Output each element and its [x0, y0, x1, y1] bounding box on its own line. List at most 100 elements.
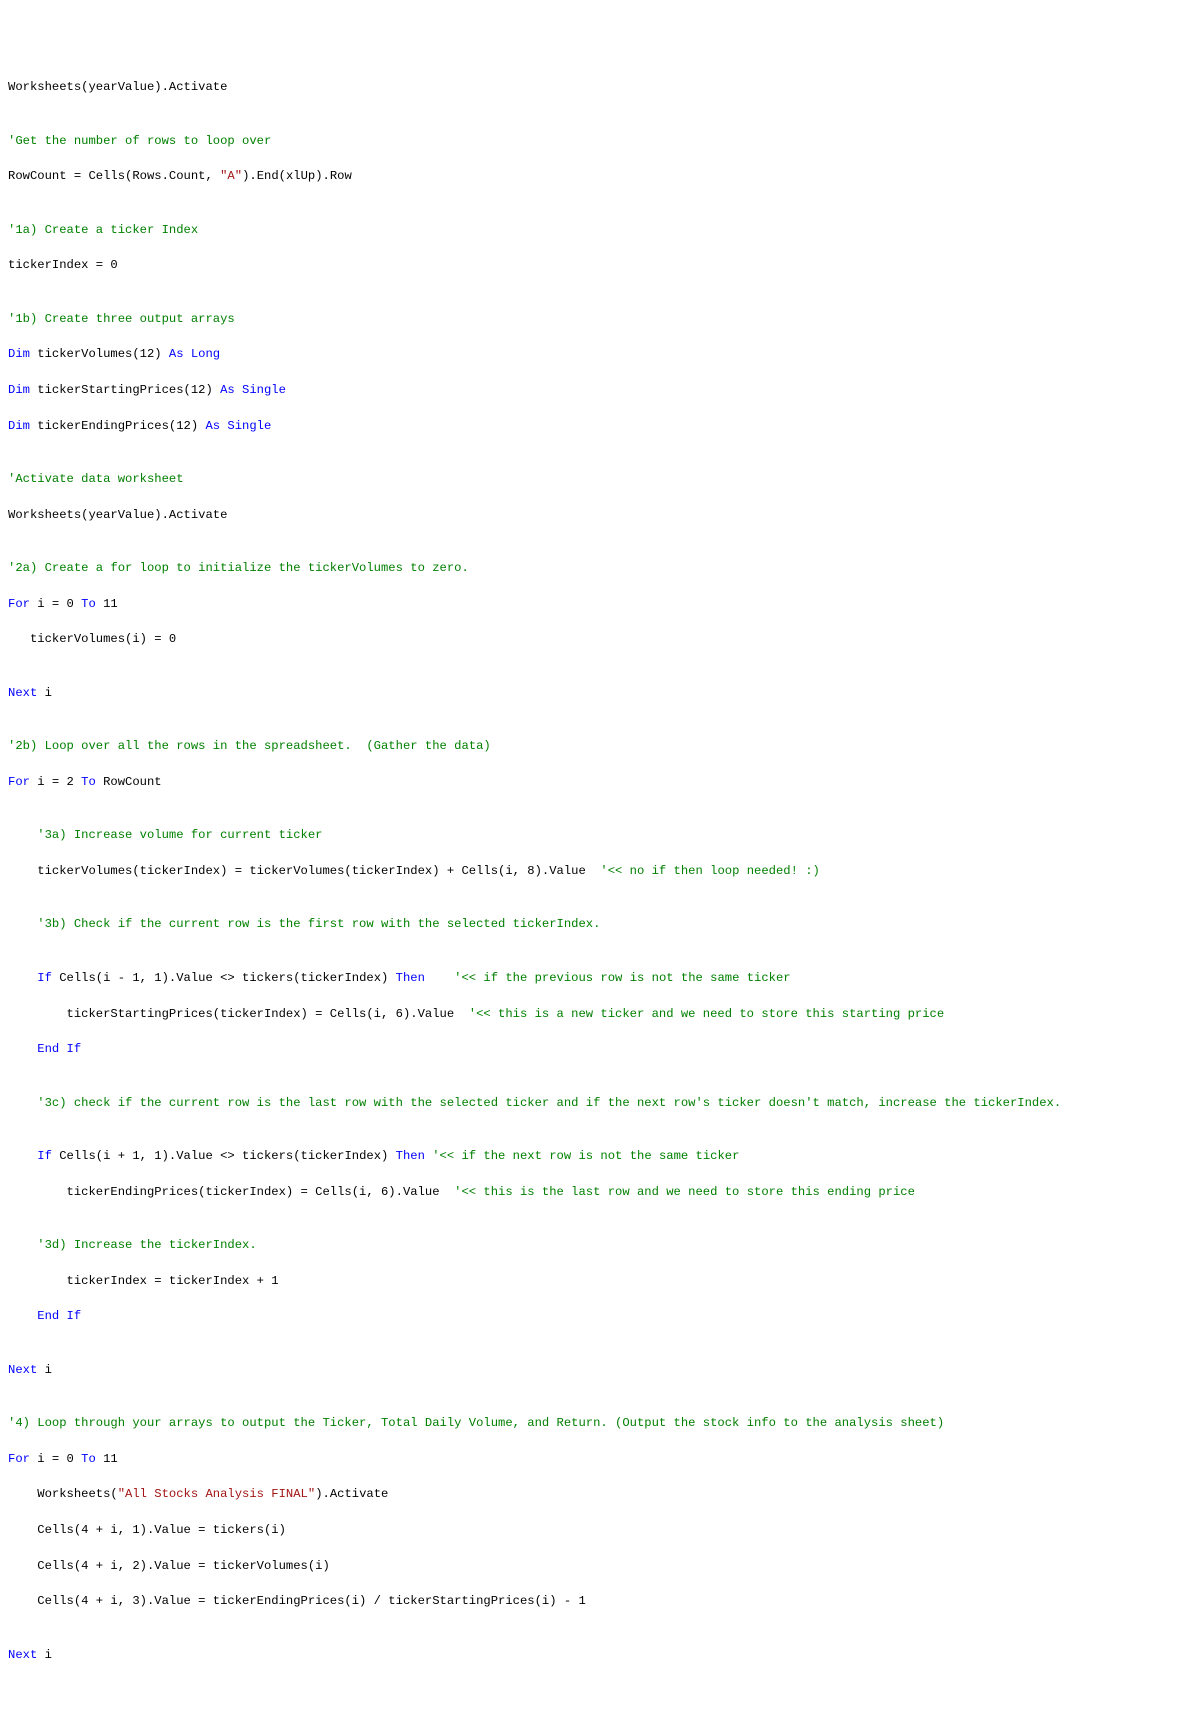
comment: '3d) Increase the tickerIndex. — [8, 1238, 257, 1252]
keyword: For — [8, 1452, 30, 1466]
comment: 'Get the number of rows to loop over — [8, 134, 271, 148]
comment: '<< no if then loop needed! :) — [600, 864, 819, 878]
keyword: As Single — [220, 383, 286, 397]
comment: '2b) Loop over all the rows in the sprea… — [8, 739, 491, 753]
keyword: To — [81, 597, 96, 611]
code-line: tickerVolumes(i) = 0 — [8, 631, 1170, 649]
code-line: '3b) Check if the current row is the fir… — [8, 916, 1170, 934]
comment: '1b) Create three output arrays — [8, 312, 235, 326]
code-line: Dim tickerEndingPrices(12) As Single — [8, 418, 1170, 436]
keyword: To — [81, 1452, 96, 1466]
code-line: tickerIndex = 0 — [8, 257, 1170, 275]
code-line: RowCount = Cells(Rows.Count, "A").End(xl… — [8, 168, 1170, 186]
code-line: For i = 0 To 11 — [8, 596, 1170, 614]
comment: '3b) Check if the current row is the fir… — [8, 917, 600, 931]
comment: '4) Loop through your arrays to output t… — [8, 1416, 944, 1430]
keyword: Next — [8, 686, 37, 700]
code-line: '3a) Increase volume for current ticker — [8, 827, 1170, 845]
code-line: If Cells(i - 1, 1).Value <> tickers(tick… — [8, 970, 1170, 988]
keyword: Then — [396, 971, 425, 985]
code-line: tickerVolumes(tickerIndex) = tickerVolum… — [8, 863, 1170, 881]
code-text: Worksheets( — [8, 1487, 118, 1501]
code-line: Cells(4 + i, 2).Value = tickerVolumes(i) — [8, 1558, 1170, 1576]
code-line: Dim tickerVolumes(12) As Long — [8, 346, 1170, 364]
keyword: If — [8, 971, 52, 985]
comment: '2a) Create a for loop to initialize the… — [8, 561, 469, 575]
code-line: 'Get the number of rows to loop over — [8, 133, 1170, 151]
code-line: If Cells(i + 1, 1).Value <> tickers(tick… — [8, 1148, 1170, 1166]
code-text: i — [37, 686, 52, 700]
code-text: Worksheets(yearValue).Activate — [8, 508, 227, 522]
code-text: Cells(i - 1, 1).Value <> tickers(tickerI… — [52, 971, 396, 985]
code-text: RowCount — [96, 775, 162, 789]
code-line: Next i — [8, 1362, 1170, 1380]
code-line: '1b) Create three output arrays — [8, 311, 1170, 329]
code-text: i — [37, 1363, 52, 1377]
keyword: If — [8, 1149, 52, 1163]
comment: '<< this is a new ticker and we need to … — [469, 1007, 944, 1021]
code-text: tickerStartingPrices(tickerIndex) = Cell… — [8, 1007, 469, 1021]
code-text: Worksheets(yearValue).Activate — [8, 80, 227, 94]
code-text: Cells(4 + i, 3).Value = tickerEndingPric… — [8, 1594, 586, 1608]
keyword: End If — [8, 1309, 81, 1323]
code-line: Dim tickerStartingPrices(12) As Single — [8, 382, 1170, 400]
code-text: tickerEndingPrices(12) — [30, 419, 206, 433]
code-text: ).Activate — [315, 1487, 388, 1501]
comment: '<< this is the last row and we need to … — [454, 1185, 915, 1199]
code-text: Cells(i + 1, 1).Value <> tickers(tickerI… — [52, 1149, 396, 1163]
code-line: tickerIndex = tickerIndex + 1 — [8, 1273, 1170, 1291]
code-line: '1a) Create a ticker Index — [8, 222, 1170, 240]
keyword: Then — [396, 1149, 433, 1163]
code-text: i = 2 — [30, 775, 81, 789]
code-line: '4) Loop through your arrays to output t… — [8, 1415, 1170, 1433]
code-line: Cells(4 + i, 3).Value = tickerEndingPric… — [8, 1593, 1170, 1611]
keyword: End If — [8, 1042, 81, 1056]
keyword: Next — [8, 1363, 37, 1377]
code-text: 11 — [96, 1452, 118, 1466]
comment: '3c) check if the current row is the las… — [8, 1096, 1061, 1110]
code-line: Next i — [8, 1647, 1170, 1665]
keyword: Dim — [8, 347, 30, 361]
code-text: tickerVolumes(12) — [30, 347, 169, 361]
keyword: Dim — [8, 419, 30, 433]
code-line: Worksheets("All Stocks Analysis FINAL").… — [8, 1486, 1170, 1504]
code-text: ).End(xlUp).Row — [242, 169, 352, 183]
comment: '<< if the previous row is not the same … — [425, 971, 791, 985]
code-editor: Worksheets(yearValue).Activate 'Get the … — [8, 79, 1170, 1664]
comment: '3a) Increase volume for current ticker — [8, 828, 323, 842]
code-text: i = 0 — [30, 597, 81, 611]
code-line: For i = 2 To RowCount — [8, 774, 1170, 792]
keyword: For — [8, 775, 30, 789]
code-line: For i = 0 To 11 — [8, 1451, 1170, 1469]
keyword: As Long — [169, 347, 220, 361]
code-text: i — [37, 1648, 52, 1662]
code-line: Cells(4 + i, 1).Value = tickers(i) — [8, 1522, 1170, 1540]
keyword: To — [81, 775, 96, 789]
code-line: '3c) check if the current row is the las… — [8, 1095, 1170, 1113]
code-text: tickerEndingPrices(tickerIndex) = Cells(… — [8, 1185, 454, 1199]
string-literal: "All Stocks Analysis FINAL" — [118, 1487, 315, 1501]
code-line: End If — [8, 1041, 1170, 1059]
comment: '<< if the next row is not the same tick… — [432, 1149, 739, 1163]
code-line: '3d) Increase the tickerIndex. — [8, 1237, 1170, 1255]
code-line: '2b) Loop over all the rows in the sprea… — [8, 738, 1170, 756]
code-text: RowCount = Cells(Rows.Count, — [8, 169, 220, 183]
code-text: 11 — [96, 597, 118, 611]
code-line: Worksheets(yearValue).Activate — [8, 79, 1170, 97]
code-line: tickerEndingPrices(tickerIndex) = Cells(… — [8, 1184, 1170, 1202]
code-line: tickerStartingPrices(tickerIndex) = Cell… — [8, 1006, 1170, 1024]
code-text: tickerStartingPrices(12) — [30, 383, 220, 397]
code-text: Cells(4 + i, 2).Value = tickerVolumes(i) — [8, 1559, 330, 1573]
keyword: Dim — [8, 383, 30, 397]
keyword: As Single — [205, 419, 271, 433]
code-text: i = 0 — [30, 1452, 81, 1466]
keyword: For — [8, 597, 30, 611]
code-line: '2a) Create a for loop to initialize the… — [8, 560, 1170, 578]
code-text: tickerIndex = 0 — [8, 258, 118, 272]
code-text: tickerVolumes(tickerIndex) = tickerVolum… — [8, 864, 600, 878]
keyword: Next — [8, 1648, 37, 1662]
comment: '1a) Create a ticker Index — [8, 223, 198, 237]
code-line: 'Activate data worksheet — [8, 471, 1170, 489]
code-text: tickerVolumes(i) = 0 — [8, 632, 176, 646]
code-line: Worksheets(yearValue).Activate — [8, 507, 1170, 525]
